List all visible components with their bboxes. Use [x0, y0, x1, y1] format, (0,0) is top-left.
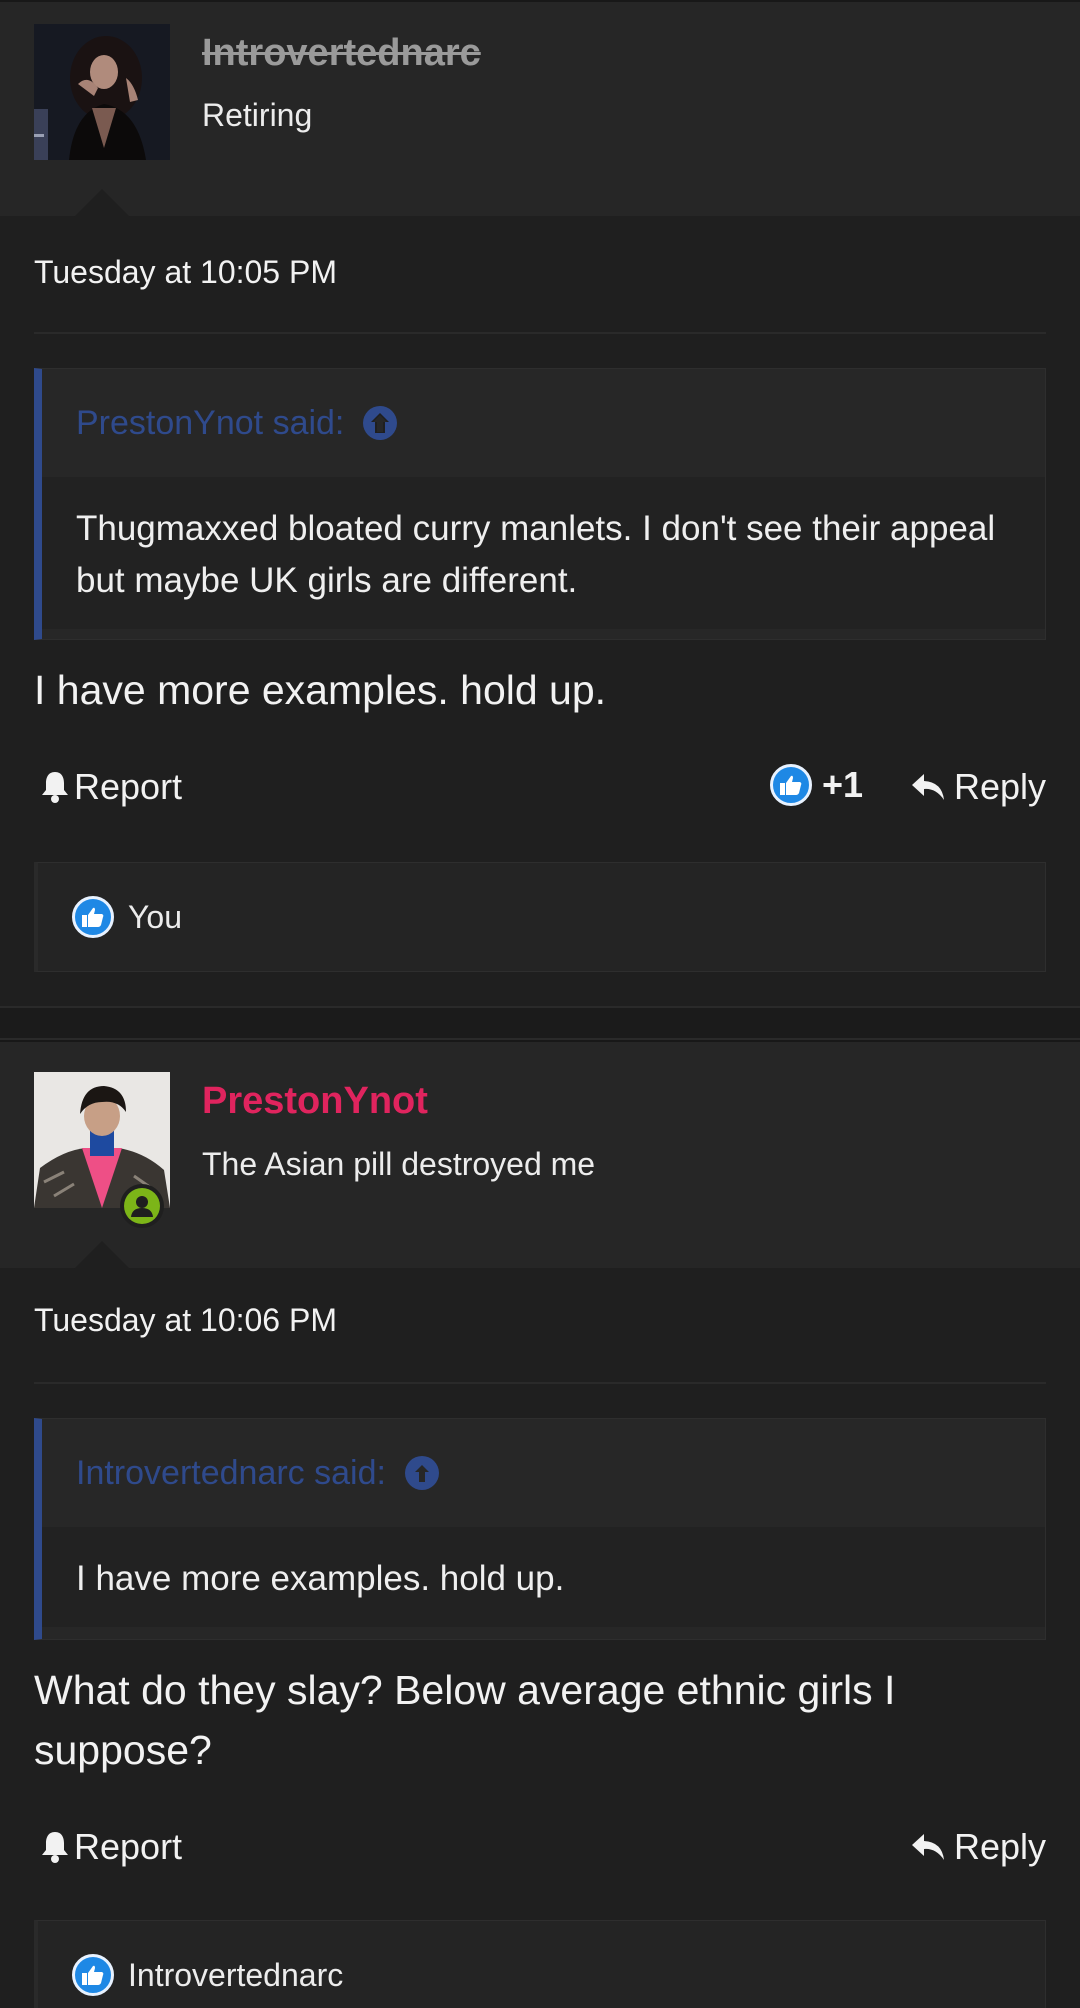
- quote-header[interactable]: PrestonYnot said:: [42, 369, 1045, 477]
- reactions-users[interactable]: Introvertednarc: [128, 1957, 343, 1994]
- quote-text: I have more examples. hold up.: [42, 1527, 1045, 1627]
- quote-header[interactable]: Introvertednarc said:: [42, 1419, 1045, 1527]
- post-header: PrestonYnot The Asian pill destroyed me: [0, 1040, 1080, 1269]
- post-date[interactable]: Tuesday at 10:05 PM: [34, 254, 337, 291]
- reply-arrow-icon: [910, 1832, 946, 1862]
- like-icon: [72, 1954, 114, 1996]
- jump-to-quote-icon[interactable]: [404, 1455, 440, 1491]
- quote-author-label: Introvertednarc said:: [76, 1453, 386, 1492]
- bell-icon: [40, 1830, 70, 1864]
- post-prestonynot: PrestonYnot The Asian pill destroyed me …: [0, 1040, 1080, 2008]
- like-button[interactable]: +1: [770, 764, 863, 806]
- thread-page: Introvertednarc Retiring Tuesday at 10:0…: [0, 0, 1080, 2008]
- like-icon: [770, 764, 812, 806]
- reply-button[interactable]: Reply: [910, 766, 1046, 808]
- post-header: Introvertednarc Retiring: [0, 0, 1080, 217]
- post-body: What do they slay? Below average ethnic …: [34, 1667, 896, 1773]
- online-status-icon: [120, 1184, 164, 1228]
- report-label: Report: [74, 766, 183, 807]
- report-label: Report: [74, 1826, 183, 1867]
- reaction-count: +1: [822, 764, 864, 805]
- user-name[interactable]: Introvertednarc: [202, 32, 481, 75]
- reply-label: Reply: [954, 766, 1047, 807]
- reply-label: Reply: [954, 1826, 1047, 1867]
- post-body: I have more examples. hold up.: [34, 667, 607, 713]
- reply-arrow-icon: [910, 772, 946, 802]
- user-title: Retiring: [202, 97, 313, 133]
- quote-block: Introvertednarc said: I have more exampl…: [34, 1418, 1046, 1640]
- like-icon: [72, 896, 114, 938]
- bell-icon: [40, 770, 70, 804]
- user-name[interactable]: PrestonYnot: [202, 1080, 428, 1123]
- divider: [34, 1382, 1046, 1384]
- avatar[interactable]: [34, 24, 170, 160]
- reactions-bar[interactable]: Introvertednarc: [34, 1920, 1046, 2008]
- reply-button[interactable]: Reply: [910, 1826, 1046, 1868]
- user-title: The Asian pill destroyed me: [202, 1146, 596, 1182]
- post-date[interactable]: Tuesday at 10:06 PM: [34, 1302, 337, 1339]
- post-introvertednarc: Introvertednarc Retiring Tuesday at 10:0…: [0, 0, 1080, 1006]
- quote-block: PrestonYnot said: Thugmaxxed bloated cur…: [34, 368, 1046, 640]
- quote-text: Thugmaxxed bloated curry manlets. I don'…: [42, 477, 1045, 629]
- reactions-bar[interactable]: You: [34, 862, 1046, 972]
- quote-author-label: PrestonYnot said:: [76, 403, 345, 442]
- report-button[interactable]: Report: [40, 766, 182, 808]
- report-button[interactable]: Report: [40, 1826, 182, 1868]
- jump-to-quote-icon[interactable]: [362, 405, 398, 441]
- reactions-users[interactable]: You: [128, 899, 182, 936]
- divider: [34, 332, 1046, 334]
- post-separator: [0, 1006, 1080, 1040]
